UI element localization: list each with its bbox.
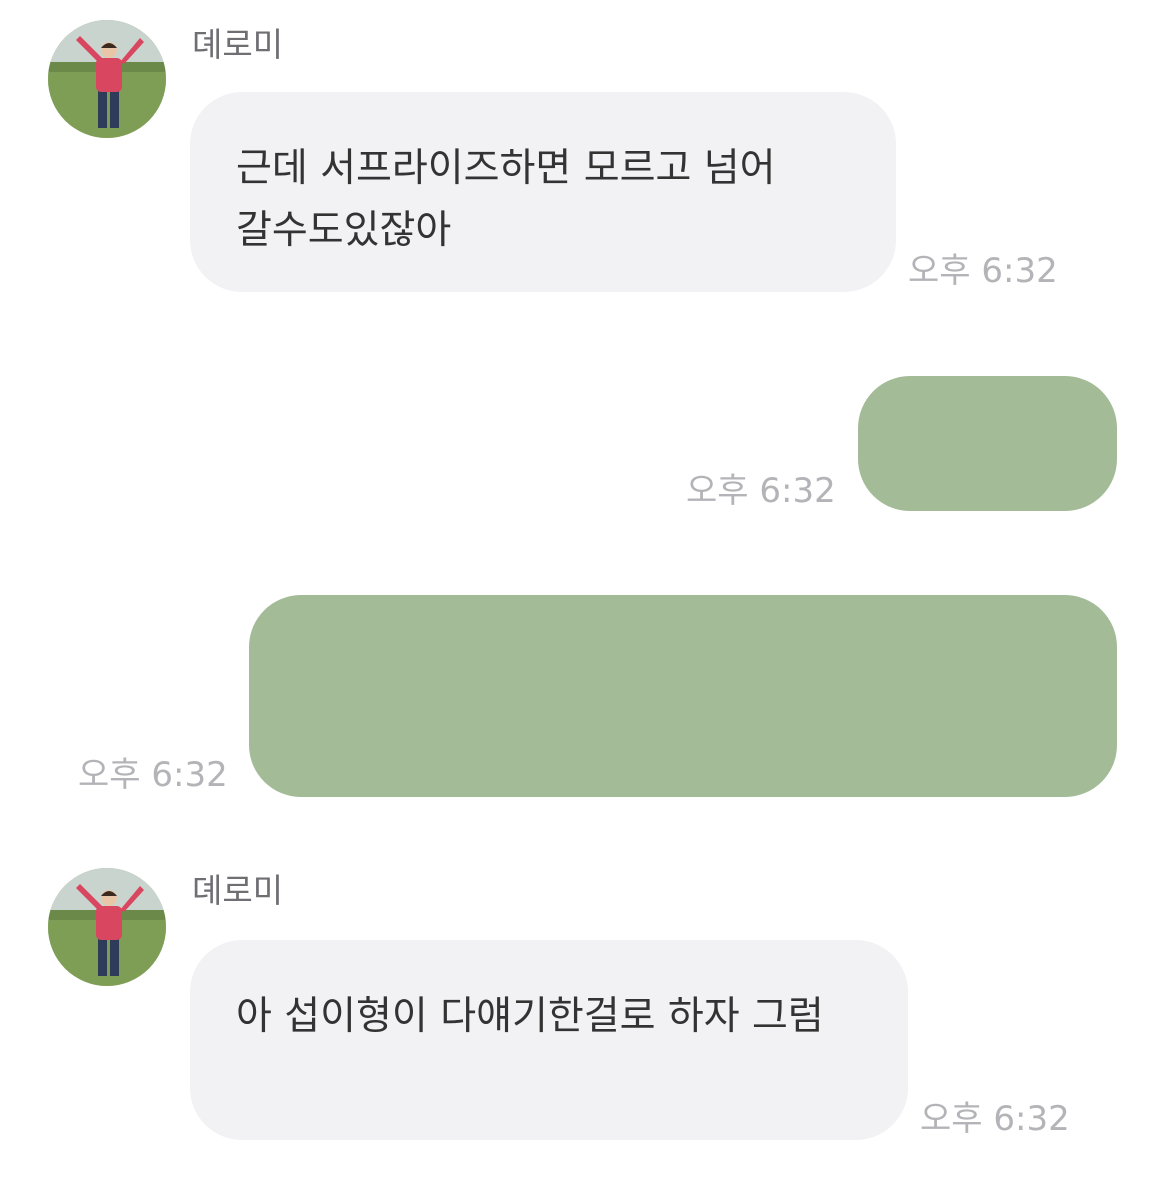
message-text: 근데 서프라이즈하면 모르고 넘어 갈수도있잖아 bbox=[236, 146, 776, 253]
avatar-photo bbox=[48, 20, 166, 138]
sender-name: 뎨로미 bbox=[192, 871, 284, 910]
message-timestamp: 오후 6:32 bbox=[78, 755, 228, 795]
message-bubble-incoming[interactable]: 근데 서프라이즈하면 모르고 넘어 갈수도있잖아 bbox=[190, 92, 896, 292]
message-bubble-outgoing[interactable] bbox=[249, 595, 1117, 797]
message-bubble-outgoing[interactable] bbox=[858, 376, 1117, 511]
message-timestamp: 오후 6:32 bbox=[908, 251, 1058, 291]
sender-name: 뎨로미 bbox=[192, 25, 284, 64]
message-timestamp: 오후 6:32 bbox=[686, 471, 836, 511]
message-text: 아 섭이형이 다얘기한걸로 하자 그럼 bbox=[236, 994, 824, 1039]
sender-avatar[interactable] bbox=[48, 868, 166, 986]
sender-avatar[interactable] bbox=[48, 20, 166, 138]
message-timestamp: 오후 6:32 bbox=[920, 1099, 1070, 1139]
avatar-photo bbox=[48, 868, 166, 986]
message-bubble-incoming[interactable]: 아 섭이형이 다얘기한걸로 하자 그럼 bbox=[190, 940, 908, 1140]
